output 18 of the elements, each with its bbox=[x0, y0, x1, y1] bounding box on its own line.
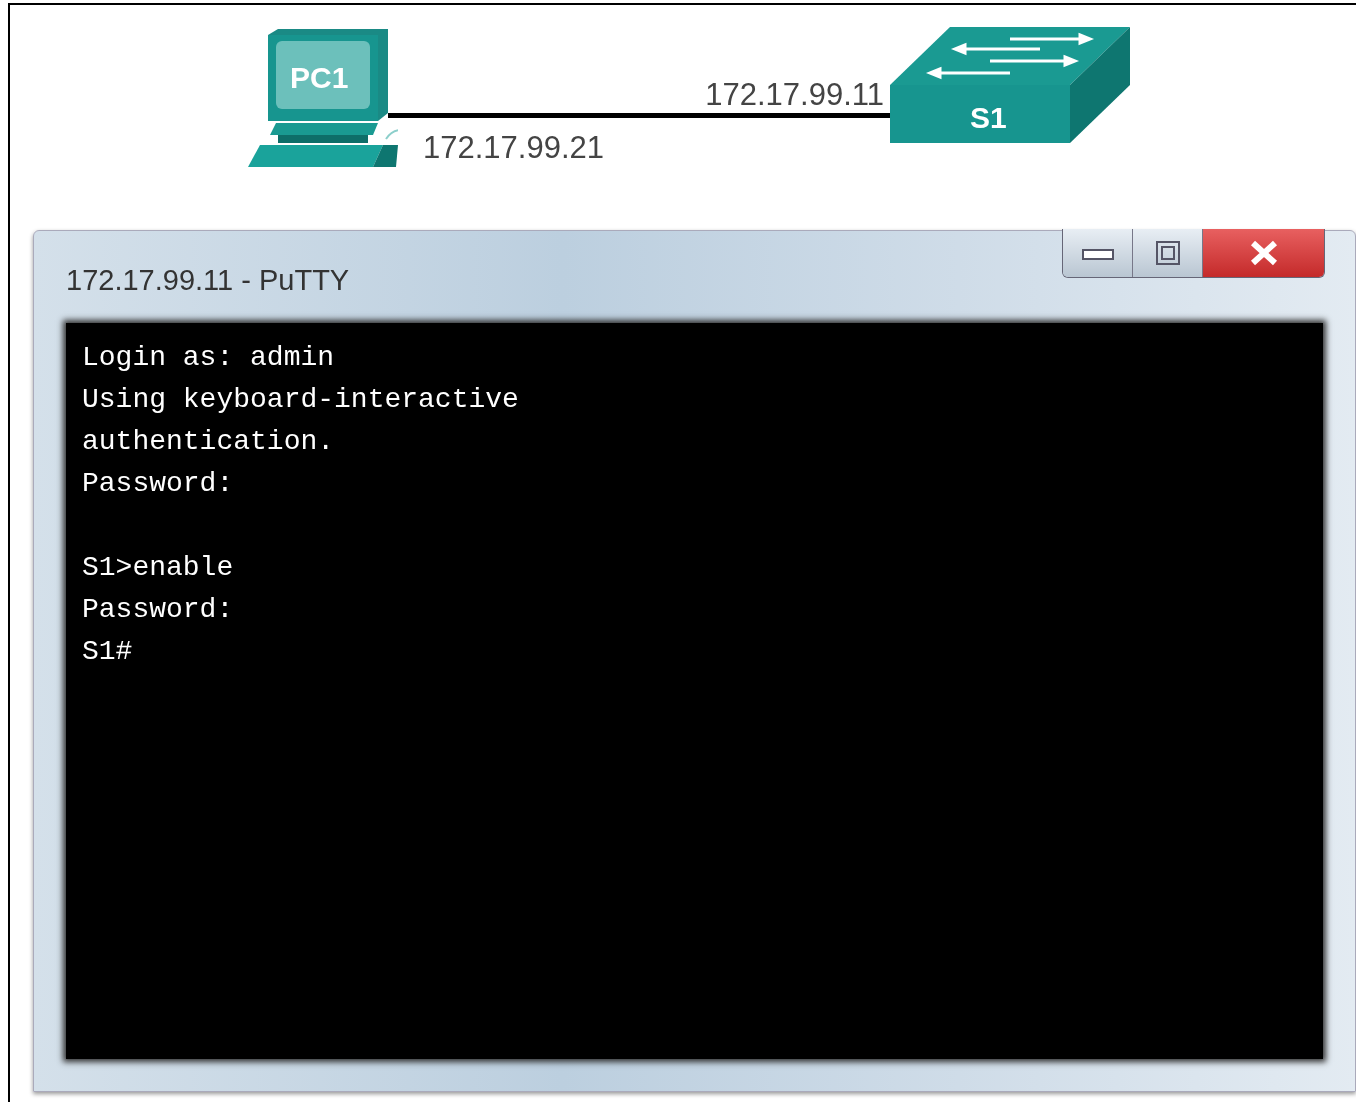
terminal-line: Password: bbox=[82, 467, 234, 501]
device-label: S1 bbox=[970, 103, 1007, 133]
terminal-line: Using keyboard-interactive bbox=[82, 383, 519, 417]
terminal-line: Password: bbox=[82, 593, 234, 627]
close-icon bbox=[1248, 240, 1279, 266]
terminal-line: S1>enable bbox=[82, 551, 234, 585]
close-button[interactable] bbox=[1203, 229, 1324, 277]
maximize-icon bbox=[1154, 240, 1181, 266]
terminal-line: S1# bbox=[82, 635, 133, 669]
ip-address-label: 172.17.99.11 bbox=[705, 79, 884, 110]
minimize-button[interactable] bbox=[1063, 229, 1133, 277]
terminal-line: Login as: admin bbox=[82, 341, 335, 375]
terminal-line: authentication. bbox=[82, 425, 335, 459]
window-title: 172.17.99.11 - PuTTY bbox=[66, 262, 350, 297]
maximize-button[interactable] bbox=[1133, 229, 1203, 277]
minimize-icon bbox=[1081, 246, 1114, 260]
ip-address-label: 172.17.99.21 bbox=[423, 132, 604, 163]
device-label: PC1 bbox=[290, 63, 349, 93]
